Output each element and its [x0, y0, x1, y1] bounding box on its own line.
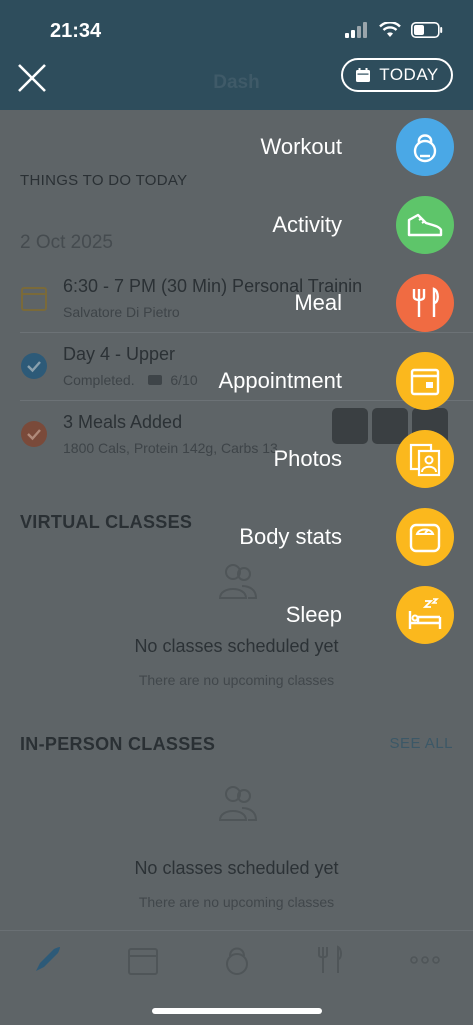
fab-label: Activity	[272, 212, 342, 237]
home-indicator	[152, 1008, 322, 1014]
today-button[interactable]: TODAY	[341, 58, 453, 92]
calendar-icon	[356, 68, 371, 82]
inperson-empty-title: No classes scheduled yet	[134, 858, 339, 878]
fab-label: Sleep	[285, 602, 342, 627]
sneaker-icon[interactable]	[396, 196, 454, 254]
fork-knife-icon[interactable]	[396, 274, 454, 332]
virtual-empty-subtitle: There are no upcoming classes	[138, 672, 335, 688]
fab-item-body-stats[interactable]: Body stats	[0, 508, 454, 568]
fab-label: Appointment	[218, 368, 342, 393]
see-all-link[interactable]: SEE ALL	[389, 735, 453, 752]
battery-icon	[411, 22, 443, 38]
fab-label: Photos	[273, 446, 343, 471]
scale-icon[interactable]	[396, 508, 454, 566]
fab-item-meal[interactable]: Meal	[0, 274, 454, 334]
in-person-classes-title: IN-PERSON CLASSES	[20, 734, 216, 754]
fab-item-sleep[interactable]: Sleep	[0, 586, 454, 646]
rocket-icon[interactable]	[30, 943, 64, 977]
fork-knife-icon[interactable]	[314, 943, 348, 977]
kettlebell-icon[interactable]	[220, 943, 254, 977]
fab-item-activity[interactable]: Activity	[0, 196, 454, 256]
inperson-empty-subtitle: There are no upcoming classes	[138, 894, 335, 910]
today-label: TODAY	[379, 65, 439, 84]
status-icons	[345, 22, 443, 38]
sleep-icon[interactable]	[396, 586, 454, 644]
fab-item-appointment[interactable]: Appointment	[0, 352, 454, 412]
more-icon[interactable]	[408, 943, 442, 977]
calendar-icon[interactable]	[396, 352, 454, 410]
header: Dash TODAY	[0, 50, 473, 110]
people-icon	[218, 786, 258, 821]
kettlebell-icon[interactable]	[396, 118, 454, 176]
wifi-icon	[379, 22, 401, 37]
fab-item-workout[interactable]: Workout	[0, 118, 454, 178]
fab-label: Body stats	[239, 524, 342, 549]
signal-icon	[345, 22, 367, 38]
status-time: 21:34	[50, 20, 102, 42]
fab-label: Meal	[294, 290, 342, 315]
fab-label: Workout	[260, 134, 342, 159]
photos-icon[interactable]	[396, 430, 454, 488]
calendar-icon[interactable]	[126, 943, 160, 977]
fab-item-photos[interactable]: Photos	[0, 430, 454, 490]
